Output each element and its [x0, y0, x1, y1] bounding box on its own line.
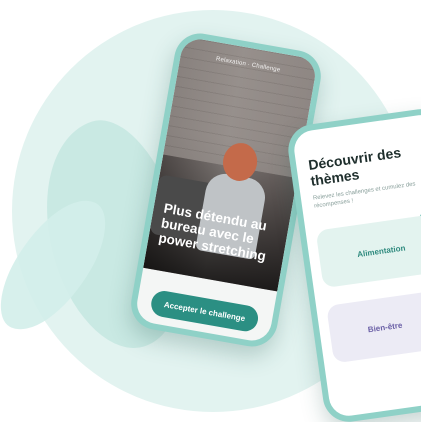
theme-card-alimentation[interactable]: Alimentation	[315, 210, 421, 289]
theme-card-label: Alimentation	[356, 242, 406, 259]
illustration-scene: Relaxation · Challenge Plus détendu au b…	[0, 0, 421, 422]
accept-challenge-button[interactable]: Accepter le challenge	[149, 288, 261, 334]
theme-card-label: Bien-être	[367, 320, 403, 334]
theme-card-bien-etre[interactable]: Bien-être	[326, 285, 421, 364]
